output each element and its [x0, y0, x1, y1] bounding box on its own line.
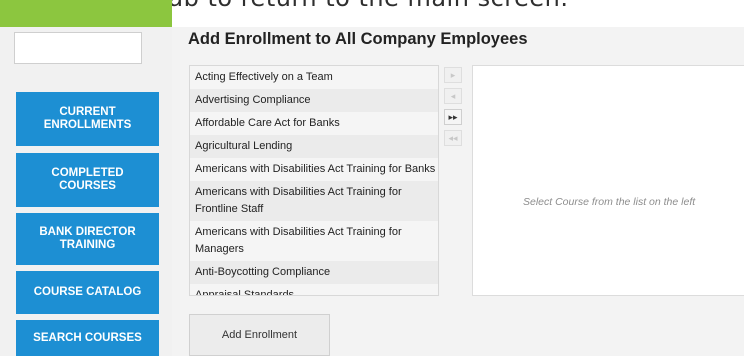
move-all-left-icon[interactable]: ◂◂	[444, 130, 462, 146]
course-item[interactable]: Americans with Disabilities Act Training…	[190, 221, 438, 261]
course-item[interactable]: Affordable Care Act for Banks	[190, 112, 438, 135]
course-item[interactable]: Acting Effectively on a Team	[190, 66, 438, 89]
sidebar-box	[14, 32, 142, 64]
search-courses-button[interactable]: SEARCH COURSES	[16, 320, 159, 356]
course-item[interactable]: Appraisal Standards	[190, 284, 438, 295]
move-buttons: ▸ ◂ ▸▸ ◂◂	[444, 67, 462, 151]
add-enrollment-button[interactable]: Add Enrollment	[189, 314, 330, 356]
selected-courses-panel[interactable]: Select Course from the list on the left	[472, 65, 744, 296]
course-item[interactable]: Americans with Disabilities Act Training…	[190, 181, 438, 221]
move-right-icon[interactable]: ▸	[444, 67, 462, 83]
selected-placeholder: Select Course from the list on the left	[523, 196, 696, 208]
bank-director-training-button[interactable]: BANK DIRECTOR TRAINING	[16, 213, 159, 265]
move-all-right-icon[interactable]: ▸▸	[444, 109, 462, 125]
sidebar-top-bar	[0, 0, 172, 27]
page-title: Add Enrollment to All Company Employees	[188, 30, 528, 48]
course-catalog-button[interactable]: COURSE CATALOG	[16, 271, 159, 314]
course-item[interactable]: Anti-Boycotting Compliance	[190, 261, 438, 284]
course-item[interactable]: Agricultural Lending	[190, 135, 438, 158]
current-enrollments-button[interactable]: CURRENT ENROLLMENTS	[16, 92, 159, 146]
course-item[interactable]: Americans with Disabilities Act Training…	[190, 158, 438, 181]
main-panel: Add Enrollment to All Company Employees …	[172, 27, 744, 356]
move-left-icon[interactable]: ◂	[444, 88, 462, 104]
course-list[interactable]: Acting Effectively on a Team Advertising…	[189, 65, 439, 296]
completed-courses-button[interactable]: COMPLETED COURSES	[16, 153, 159, 207]
course-item[interactable]: Advertising Compliance	[190, 89, 438, 112]
sidebar: CURRENT ENROLLMENTS COMPLETED COURSES BA…	[0, 0, 172, 356]
